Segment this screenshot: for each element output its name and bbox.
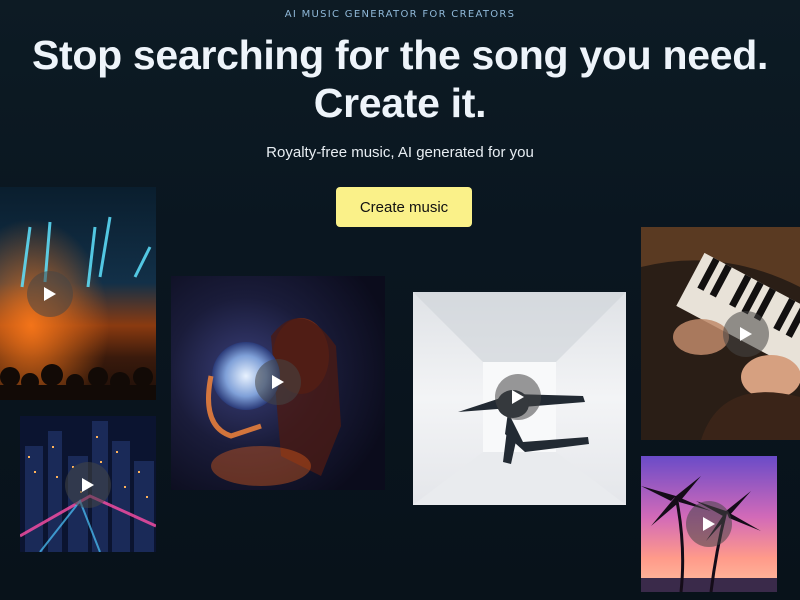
concert-lights-image [0,187,156,400]
piano-hands-video[interactable] [641,227,800,440]
play-button[interactable] [27,271,73,317]
play-button[interactable] [495,374,541,420]
palm-sunset-video[interactable] [641,456,777,592]
play-icon [740,327,752,341]
play-icon [44,287,56,301]
hero-eyebrow: AI MUSIC GENERATOR FOR CREATORS [284,9,516,20]
play-button[interactable] [723,311,769,357]
play-icon [703,517,715,531]
concert-lights-video[interactable] [0,187,156,400]
hero-headline: Stop searching for the song you need. Cr… [0,31,800,127]
piano-hands-image [641,227,800,440]
play-icon [82,478,94,492]
headline-line-2: Create it. [313,80,487,126]
play-icon [512,390,524,404]
city-night-video[interactable] [20,416,156,552]
hero-subtitle: Royalty-free music, AI generated for you [266,144,534,161]
play-button[interactable] [255,359,301,405]
play-icon [272,375,284,389]
headline-line-1: Stop searching for the song you need. [31,32,769,78]
play-button[interactable] [65,462,111,508]
disco-ball-woman-video[interactable] [171,276,385,490]
dancer-white-room-video[interactable] [413,292,626,505]
play-button[interactable] [686,501,732,547]
create-music-button[interactable]: Create music [336,187,472,227]
